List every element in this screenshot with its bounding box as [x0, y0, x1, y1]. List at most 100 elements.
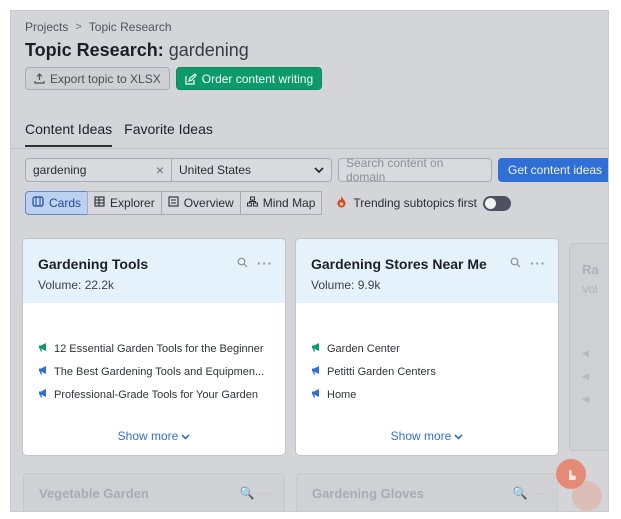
headline-text: Garden Center	[327, 342, 400, 355]
cards-icon	[32, 196, 44, 210]
app-frame: Projects > Topic Research Topic Research…	[10, 10, 609, 512]
topic-input-value: gardening	[33, 163, 87, 177]
topic-input[interactable]: gardening ×	[25, 158, 172, 182]
breadcrumb-current: Topic Research	[88, 20, 172, 34]
show-more-button[interactable]: Show more	[23, 429, 285, 443]
partial-card-volume: Vol	[582, 284, 598, 296]
headline-list: Garden Center Petitti Garden Centers Hom…	[296, 303, 558, 406]
view-mindmap-button[interactable]: Mind Map	[239, 191, 323, 215]
chevron-right-icon: >	[75, 21, 82, 33]
topic-card-volume: Volume: 9.9k	[311, 278, 381, 292]
headline-item[interactable]: Home	[311, 383, 543, 406]
tab-favorite-ideas[interactable]: Favorite Ideas	[124, 121, 213, 147]
chevron-down-icon	[181, 429, 190, 443]
megaphone-icon	[311, 342, 321, 355]
megaphone-icon	[311, 365, 321, 378]
view-cards-label: Cards	[49, 196, 82, 210]
overview-icon	[168, 196, 179, 210]
view-mindmap-label: Mind Map	[262, 196, 316, 210]
view-switcher: Cards Explorer Overview Mind Map Trendin…	[25, 191, 512, 215]
topic-card-title[interactable]: Gardening Tools	[38, 256, 270, 272]
headline-text: Petitti Garden Centers	[327, 365, 436, 378]
view-overview-label: Overview	[183, 196, 234, 210]
country-select-value: United States	[179, 163, 252, 177]
megaphone-icon	[38, 388, 48, 401]
more-options-icon[interactable]: 🔍 ···	[240, 486, 270, 500]
view-explorer-label: Explorer	[110, 196, 155, 210]
view-explorer-button[interactable]: Explorer	[87, 191, 162, 215]
more-options-icon[interactable]: ···	[257, 256, 273, 271]
clear-icon[interactable]: ×	[156, 162, 164, 178]
show-more-label: Show more	[390, 429, 452, 443]
order-content-label: Order content writing	[201, 71, 314, 86]
topic-card-tools: ···	[510, 256, 546, 271]
mindmap-icon	[246, 196, 258, 210]
tabs-divider	[11, 148, 608, 149]
domain-search-input[interactable]: Search content on domain	[338, 156, 492, 184]
megaphone-icon	[38, 365, 48, 378]
chevron-down-icon	[454, 429, 463, 443]
megaphone-icon: ◀	[582, 371, 589, 381]
megaphone-icon: ◀	[582, 348, 589, 358]
headline-item[interactable]: Garden Center	[311, 337, 543, 360]
page-title-prefix: Topic Research:	[25, 40, 164, 60]
topic-card-collapsed[interactable]: Vegetable Garden 🔍 ···	[23, 473, 285, 511]
country-select[interactable]: United States	[172, 158, 332, 182]
megaphone-icon: ◀	[582, 394, 589, 404]
filter-bar: gardening × United States Search content…	[25, 156, 608, 184]
topic-card-title: Gardening Gloves	[312, 486, 424, 501]
partial-card-title: Ra	[582, 262, 599, 277]
breadcrumb: Projects > Topic Research	[25, 20, 172, 34]
show-more-button[interactable]: Show more	[296, 429, 558, 443]
page-title: Topic Research: gardening	[25, 40, 249, 61]
search-icon[interactable]	[237, 256, 248, 271]
partial-topic-card[interactable]: Ra Vol ◀ ◀ ◀	[569, 243, 608, 451]
search-icon[interactable]	[510, 256, 521, 271]
more-options-icon[interactable]: 🔍 ···	[513, 486, 543, 500]
topic-card-header: Gardening Stores Near Me Volume: 9.9k ··…	[296, 239, 558, 303]
topic-card[interactable]: Gardening Tools Volume: 22.2k ··· 12 Ess…	[23, 239, 285, 455]
trending-toggle[interactable]	[483, 195, 512, 211]
tabs: Content Ideas Favorite Ideas	[25, 121, 213, 147]
show-more-label: Show more	[117, 429, 179, 443]
edit-icon	[185, 72, 197, 85]
topic-card-volume: Volume: 22.2k	[38, 278, 115, 292]
action-buttons: Export topic to XLSX Order content writi…	[25, 67, 323, 90]
view-overview-button[interactable]: Overview	[160, 191, 241, 215]
page-title-keyword: gardening	[168, 40, 249, 60]
topic-card-header: Gardening Tools Volume: 22.2k ···	[23, 239, 285, 303]
headline-text: Home	[327, 388, 357, 401]
chevron-down-icon	[314, 163, 324, 177]
topic-card-title[interactable]: Gardening Stores Near Me	[311, 256, 543, 272]
headline-text: The Best Gardening Tools and Equipmen...	[54, 365, 265, 378]
domain-search-placeholder: Search content on domain	[346, 156, 444, 184]
get-content-ideas-button[interactable]: Get content ideas	[498, 158, 608, 182]
view-cards-button[interactable]: Cards	[25, 191, 89, 215]
tab-content-ideas[interactable]: Content Ideas	[25, 121, 113, 147]
headline-text: Professional-Grade Tools for Your Garden	[54, 388, 259, 401]
topic-card-title: Vegetable Garden	[39, 486, 149, 501]
headline-item[interactable]: 12 Essential Garden Tools for the Beginn…	[38, 337, 270, 360]
order-content-button[interactable]: Order content writing	[175, 67, 323, 90]
partial-card-icons: ◀ ◀ ◀	[582, 342, 590, 404]
upload-icon	[34, 73, 45, 84]
headline-text: 12 Essential Garden Tools for the Beginn…	[54, 342, 264, 355]
export-xlsx-button[interactable]: Export topic to XLSX	[25, 67, 170, 90]
megaphone-icon	[38, 342, 48, 355]
trending-label: Trending subtopics first	[353, 196, 478, 210]
topic-card-collapsed[interactable]: Gardening Gloves 🔍 ···	[296, 473, 558, 511]
trending-subtopics-toggle-row: Trending subtopics first	[336, 195, 512, 211]
headline-item[interactable]: Professional-Grade Tools for Your Garden	[38, 383, 270, 406]
fire-icon	[336, 195, 347, 211]
headline-item[interactable]: The Best Gardening Tools and Equipmen...	[38, 360, 270, 383]
headline-list: 12 Essential Garden Tools for the Beginn…	[23, 303, 285, 406]
export-xlsx-label: Export topic to XLSX	[50, 71, 161, 86]
more-options-icon[interactable]: ···	[530, 256, 546, 271]
hand-pointer-icon[interactable]	[556, 459, 586, 489]
topic-card-tools: ···	[237, 256, 273, 271]
megaphone-icon	[311, 388, 321, 401]
table-icon	[94, 196, 105, 210]
headline-item[interactable]: Petitti Garden Centers	[311, 360, 543, 383]
breadcrumb-projects-link[interactable]: Projects	[25, 20, 68, 34]
topic-card[interactable]: Gardening Stores Near Me Volume: 9.9k ··…	[296, 239, 558, 455]
